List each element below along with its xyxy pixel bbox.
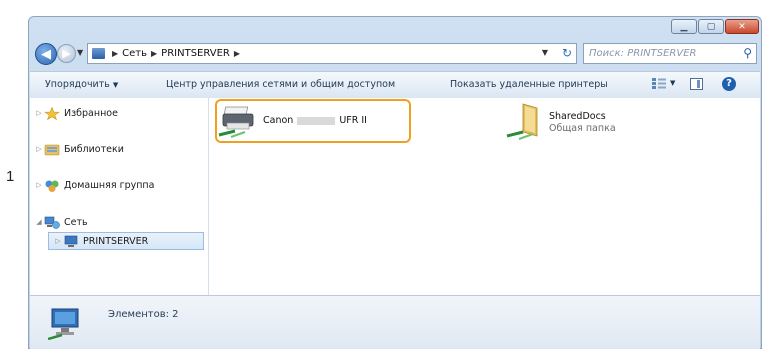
nav-label-network: Сеть xyxy=(64,216,88,228)
window-controls: ▁ ▢ ✕ xyxy=(671,19,759,34)
printer-name-brand: Canon xyxy=(263,115,294,126)
chevron-right-icon[interactable]: ▶ xyxy=(234,49,240,58)
chevron-right-icon[interactable]: ▶ xyxy=(151,49,157,58)
shareddocs-name: SharedDocs xyxy=(549,110,606,122)
search-placeholder: Поиск: PRINTSERVER xyxy=(589,48,697,59)
refresh-icon[interactable]: ↻ xyxy=(562,46,572,60)
file-list: Canon UFR II SharedDocs Общая папка xyxy=(209,98,760,295)
command-bar: Упорядочить ▼ Центр управления сетями и о… xyxy=(30,71,760,99)
view-options-icon[interactable] xyxy=(651,77,667,90)
nav-item-homegroup[interactable]: ▷ Домашняя группа xyxy=(30,176,206,194)
star-icon xyxy=(44,106,60,120)
maximize-button[interactable]: ▢ xyxy=(698,19,724,34)
shared-folder-icon xyxy=(506,103,538,140)
help-icon[interactable]: ? xyxy=(722,77,736,91)
printer-icon xyxy=(218,106,254,138)
show-remote-printers-label: Показать удаленные принтеры xyxy=(450,79,608,90)
address-bar-row: ◀ ▶ ▼ ▶ Сеть ▶ PRINTSERVER ▶ ▼ ↻ Поиск: … xyxy=(33,42,759,68)
network-crumb-icon xyxy=(92,48,105,59)
expand-arrow-icon[interactable]: ▷ xyxy=(34,181,44,189)
network-center-label: Центр управления сетями и общим доступом xyxy=(166,79,396,90)
step-number: 1 xyxy=(6,168,15,185)
recent-pages-dropdown[interactable]: ▼ xyxy=(77,48,83,57)
printer-name: Canon UFR II xyxy=(263,115,367,127)
show-remote-printers-button[interactable]: Показать удаленные принтеры xyxy=(450,79,608,90)
forward-button[interactable]: ▶ xyxy=(57,44,76,63)
expand-arrow-icon[interactable]: ▷ xyxy=(34,145,44,153)
breadcrumb-network[interactable]: Сеть xyxy=(122,48,147,59)
redacted-model xyxy=(297,116,336,125)
chevron-down-icon: ▼ xyxy=(112,81,119,89)
nav-item-favorites[interactable]: ▷ Избранное xyxy=(30,104,206,122)
search-input[interactable]: Поиск: PRINTSERVER ⚲ xyxy=(583,43,757,64)
shareddocs-item[interactable]: SharedDocs Общая папка xyxy=(503,100,653,144)
network-icon xyxy=(44,216,60,229)
organize-label: Упорядочить xyxy=(45,79,110,90)
status-bar: Элементов: 2 xyxy=(30,295,760,349)
printer-item[interactable]: Canon UFR II xyxy=(215,99,411,143)
expand-arrow-icon[interactable]: ▷ xyxy=(34,109,44,117)
nav-label-favorites: Избранное xyxy=(64,107,118,119)
homegroup-icon xyxy=(45,180,59,192)
chevron-down-icon[interactable]: ▼ xyxy=(670,79,675,87)
computer-icon xyxy=(48,308,79,340)
item-count: Элементов: 2 xyxy=(108,309,179,320)
address-bar[interactable]: ▶ Сеть ▶ PRINTSERVER ▶ ▼ ↻ xyxy=(87,43,577,64)
libraries-icon xyxy=(44,144,60,155)
computer-icon xyxy=(64,235,78,247)
preview-pane-icon[interactable] xyxy=(690,78,703,90)
shareddocs-subtitle: Общая папка xyxy=(549,122,616,134)
collapse-arrow-icon[interactable]: ◢ xyxy=(34,218,44,226)
network-center-button[interactable]: Центр управления сетями и общим доступом xyxy=(166,79,395,90)
printer-name-driver: UFR II xyxy=(339,115,367,126)
nav-label-libraries: Библиотеки xyxy=(64,143,124,155)
expand-arrow-icon[interactable]: ▷ xyxy=(53,237,63,245)
nav-item-printserver[interactable]: ▷ PRINTSERVER xyxy=(48,232,204,250)
address-dropdown-icon[interactable]: ▼ xyxy=(542,48,548,57)
organize-menu[interactable]: Упорядочить ▼ xyxy=(45,79,118,90)
close-button[interactable]: ✕ xyxy=(725,19,759,34)
chevron-right-icon[interactable]: ▶ xyxy=(112,49,118,58)
nav-item-network[interactable]: ◢ Сеть xyxy=(30,213,206,231)
nav-label-homegroup: Домашняя группа xyxy=(64,179,155,191)
navigation-pane: ▷ Избранное ▷ Библиотеки ▷ Домашняя груп… xyxy=(30,98,209,295)
nav-label-printserver: PRINTSERVER xyxy=(83,235,149,247)
search-icon[interactable]: ⚲ xyxy=(743,46,752,60)
explorer-window: ▁ ▢ ✕ ◀ ▶ ▼ ▶ Сеть ▶ PRINTSERVER ▶ ▼ ↻ П… xyxy=(28,16,762,349)
breadcrumb-printserver[interactable]: PRINTSERVER xyxy=(161,48,230,59)
back-button[interactable]: ◀ xyxy=(35,43,57,65)
minimize-button[interactable]: ▁ xyxy=(671,19,697,34)
nav-item-libraries[interactable]: ▷ Библиотеки xyxy=(30,140,206,158)
